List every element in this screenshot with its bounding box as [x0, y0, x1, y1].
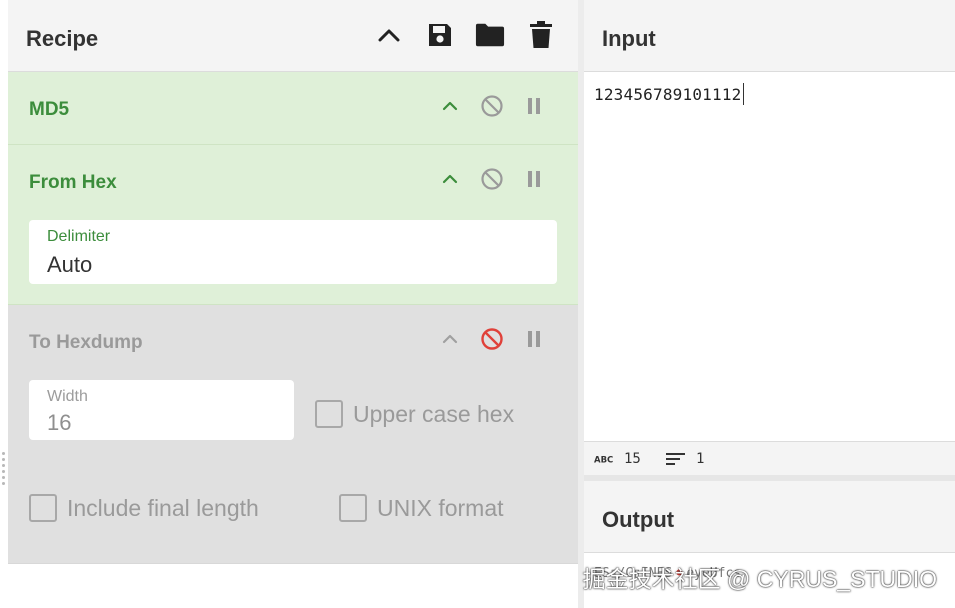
pause-icon[interactable] — [521, 326, 547, 352]
recipe-panel: Recipe MD5 From Hex Delimiter Auto To He… — [0, 0, 582, 608]
input-status-bar: ABC 15 1 — [584, 441, 955, 475]
recipe-title: Recipe — [26, 26, 99, 51]
watermark: 掘金技术社区 @ CYRUS_STUDIO — [582, 566, 937, 592]
unix-format-label: UNIX format — [377, 494, 504, 521]
chevron-up-icon[interactable] — [374, 20, 404, 50]
lines-icon — [666, 452, 686, 466]
operation-md5[interactable]: MD5 — [8, 72, 578, 145]
divider — [8, 563, 578, 564]
disable-icon[interactable] — [479, 166, 505, 192]
delimiter-label: Delimiter — [47, 228, 111, 245]
folder-icon[interactable] — [475, 20, 505, 50]
operation-name: MD5 — [29, 99, 70, 120]
input-textarea[interactable]: 123456789101112 — [594, 83, 744, 105]
svg-text:ABC: ABC — [594, 456, 613, 465]
length-stat: ABC 15 — [594, 451, 641, 467]
delimiter-value: Auto — [47, 252, 93, 277]
width-field[interactable]: Width 16 — [29, 380, 294, 440]
pause-icon[interactable] — [521, 166, 547, 192]
output-title: Output — [602, 507, 675, 532]
lines-value: 1 — [696, 451, 705, 467]
checkbox-box[interactable] — [29, 494, 57, 522]
disable-icon[interactable] — [479, 93, 505, 119]
text-caret — [742, 83, 744, 105]
upper-case-hex-checkbox[interactable]: Upper case hex — [315, 400, 514, 428]
operation-name: To Hexdump — [29, 332, 143, 353]
unix-format-checkbox[interactable]: UNIX format — [339, 494, 504, 522]
checkbox-box[interactable] — [339, 494, 367, 522]
save-icon[interactable] — [425, 20, 455, 50]
include-final-length-label: Include final length — [67, 494, 259, 521]
operation-from-hex[interactable]: From Hex Delimiter Auto — [8, 145, 578, 305]
delimiter-field[interactable]: Delimiter Auto — [29, 220, 557, 284]
recipe-header: Recipe — [8, 0, 578, 72]
pause-icon[interactable] — [521, 93, 547, 119]
lines-stat: 1 — [666, 451, 704, 467]
upper-case-hex-label: Upper case hex — [353, 400, 515, 427]
disable-icon[interactable] — [479, 326, 505, 352]
operation-to-hexdump[interactable]: To Hexdump Width 16 Upper case hex Inclu… — [8, 305, 578, 563]
width-value: 16 — [47, 410, 72, 435]
input-text-value: 123456789101112 — [594, 85, 742, 104]
input-header: Input — [584, 0, 955, 72]
chevron-up-icon[interactable] — [437, 93, 463, 119]
length-value: 15 — [624, 451, 641, 467]
input-title: Input — [602, 26, 656, 51]
resize-handle[interactable] — [2, 452, 5, 485]
output-header: Output — [584, 481, 955, 553]
checkbox-box[interactable] — [315, 400, 343, 428]
width-label: Width — [47, 388, 88, 405]
abc-icon: ABC — [594, 454, 614, 465]
include-final-length-checkbox[interactable]: Include final length — [29, 494, 259, 522]
operation-name: From Hex — [29, 172, 117, 193]
trash-icon[interactable] — [526, 20, 556, 50]
chevron-up-icon[interactable] — [437, 326, 463, 352]
chevron-up-icon[interactable] — [437, 166, 463, 192]
